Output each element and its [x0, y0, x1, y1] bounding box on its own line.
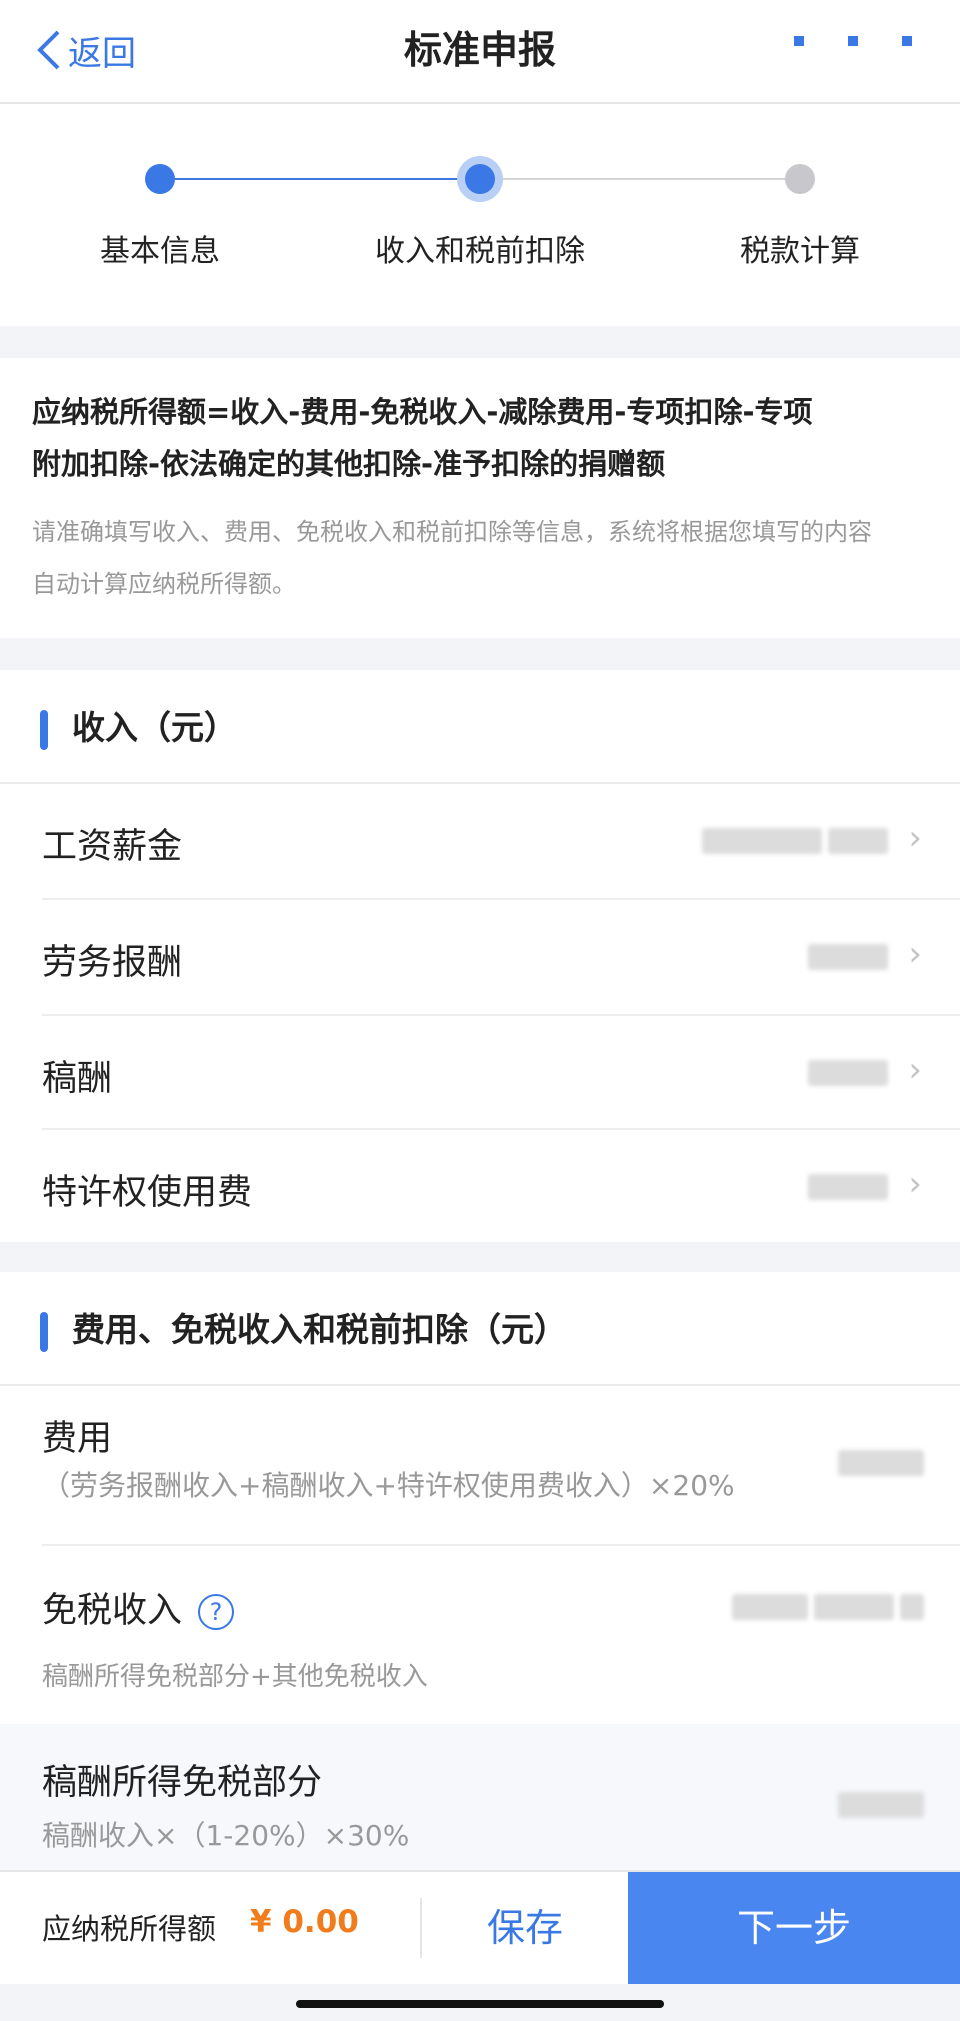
row-label: 费用 — [42, 1419, 113, 1459]
row-formula: （劳务报酬收入+稿酬收入+特许权使用费收入）×20% — [42, 1469, 735, 1502]
more-menu-icon[interactable] — [794, 36, 912, 46]
nav-bar: 返回 标准申报 — [0, 0, 960, 104]
help-icon[interactable]: ? — [198, 1594, 235, 1630]
chevron-right-icon: › — [908, 1164, 922, 1204]
step-line-todo — [480, 178, 800, 180]
next-step-button[interactable]: 下一步 — [628, 1872, 960, 1984]
deduction-row-fee: 费用 （劳务报酬收入+稿酬收入+特许权使用费收入）×20% — [0, 1386, 960, 1544]
deductions-section-title: 费用、免税收入和税前扣除（元） — [72, 1310, 567, 1349]
step-indicator: 基本信息 收入和税前扣除 税款计算 — [0, 104, 960, 326]
income-row-salary[interactable]: 工资薪金 › — [0, 784, 960, 898]
masked-value — [808, 1174, 888, 1200]
bottom-action-bar: 应纳税所得额 ¥ 0.00 保存 下一步 — [0, 1870, 960, 1984]
income-row-franchise[interactable]: 特许权使用费 › — [0, 1130, 960, 1242]
row-label: 稿酬 — [42, 1059, 113, 1099]
step-label-basic-info: 基本信息 — [100, 234, 220, 269]
step-dot-basic-info — [145, 164, 175, 194]
step-dot-income — [465, 164, 495, 194]
income-section-header: 收入（元） — [0, 670, 960, 784]
deduction-row-tax-free: 免税收入? 稿酬所得免税部分+其他免税收入 — [0, 1546, 960, 1724]
masked-value — [838, 1450, 924, 1476]
taxable-income-value: ¥ 0.00 — [250, 1904, 359, 1940]
income-section: 收入（元） 工资薪金 › 劳务报酬 › 稿酬 › 特许权使用费 › — [0, 670, 960, 1242]
masked-value — [808, 1060, 888, 1086]
page-title: 标准申报 — [403, 28, 556, 72]
section-marker — [40, 1312, 48, 1352]
chevron-right-icon: › — [908, 818, 922, 858]
masked-value — [702, 828, 888, 854]
row-label: 特许权使用费 — [42, 1173, 253, 1213]
formula-text: 应纳税所得额=收入-费用-免税收入-减除费用-专项扣除-专项 附加扣除-依法确定… — [32, 386, 932, 490]
step-dot-tax-calc — [785, 164, 815, 194]
row-label: 劳务报酬 — [42, 943, 183, 983]
masked-value — [732, 1594, 924, 1620]
income-row-labor[interactable]: 劳务报酬 › — [0, 900, 960, 1014]
formula-card: 应纳税所得额=收入-费用-免税收入-减除费用-专项扣除-专项 附加扣除-依法确定… — [0, 358, 960, 638]
home-indicator — [296, 2000, 664, 2008]
row-label: 稿酬所得免税部分 — [42, 1763, 323, 1803]
formula-hint-line-2: 自动计算应纳税所得额。 — [32, 570, 296, 598]
deductions-section: 费用、免税收入和税前扣除（元） 费用 （劳务报酬收入+稿酬收入+特许权使用费收入… — [0, 1272, 960, 1870]
chevron-right-icon: › — [908, 934, 922, 974]
masked-value — [838, 1792, 924, 1818]
income-row-royalty[interactable]: 稿酬 › — [0, 1016, 960, 1128]
step-label-tax-calc: 税款计算 — [740, 234, 860, 269]
deduction-row-royalty-free: 稿酬所得免税部分 稿酬收入×（1-20%）×30% — [0, 1724, 960, 1870]
row-label: 工资薪金 — [42, 827, 183, 867]
step-label-income: 收入和税前扣除 — [375, 234, 585, 269]
formula-hint-line-1: 请准确填写收入、费用、免税收入和税前扣除等信息，系统将根据您填写的内容 — [32, 518, 872, 546]
row-formula: 稿酬收入×（1-20%）×30% — [42, 1819, 410, 1852]
save-button[interactable]: 保存 — [422, 1872, 628, 1984]
row-formula: 稿酬所得免税部分+其他免税收入 — [42, 1662, 428, 1692]
deductions-section-header: 费用、免税收入和税前扣除（元） — [0, 1272, 960, 1386]
section-marker — [40, 710, 48, 750]
row-label-wrap: 免税收入? — [42, 1582, 235, 1633]
taxable-income-label: 应纳税所得额 — [42, 1912, 217, 1946]
step-line-done — [160, 178, 480, 180]
chevron-right-icon: › — [908, 1050, 922, 1090]
masked-value — [808, 944, 888, 970]
formula-line-1: 应纳税所得额=收入-费用-免税收入-减除费用-专项扣除-专项 — [32, 395, 813, 429]
formula-hint: 请准确填写收入、费用、免税收入和税前扣除等信息，系统将根据您填写的内容 自动计算… — [32, 506, 932, 610]
row-label: 免税收入 — [42, 1591, 183, 1631]
formula-line-2: 附加扣除-依法确定的其他扣除-准予扣除的捐赠额 — [32, 447, 666, 481]
income-section-title: 收入（元） — [72, 708, 237, 747]
